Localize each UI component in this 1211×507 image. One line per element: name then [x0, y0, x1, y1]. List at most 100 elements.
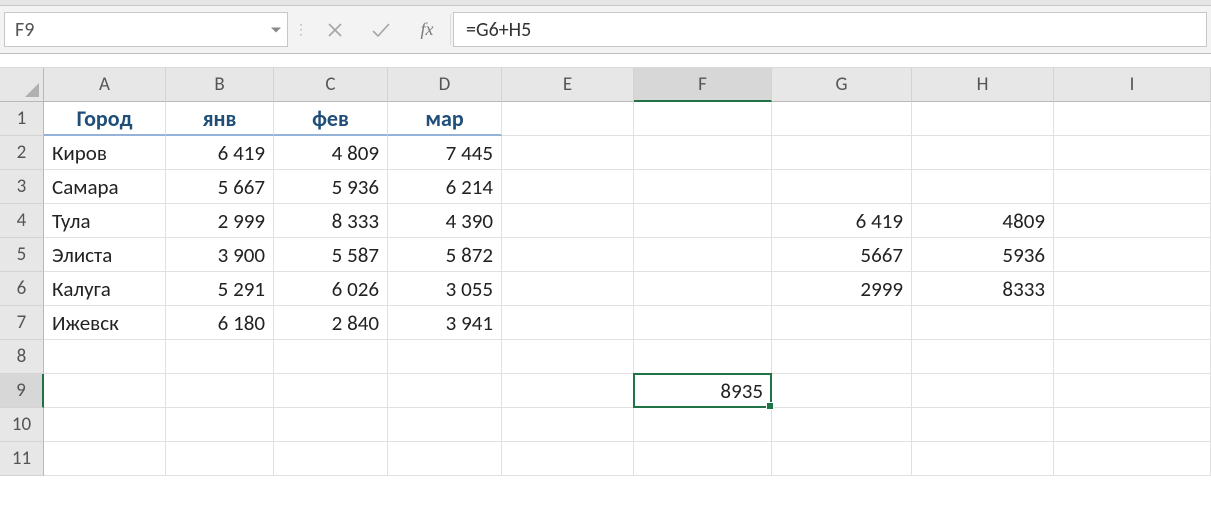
- cell-B5[interactable]: 3 900: [166, 238, 274, 272]
- cell-E9[interactable]: [502, 374, 634, 408]
- cell-B6[interactable]: 5 291: [166, 272, 274, 306]
- cell-C6[interactable]: 6 026: [274, 272, 388, 306]
- cell-G1[interactable]: [772, 102, 912, 136]
- cell-H2[interactable]: [912, 136, 1054, 170]
- cell-F7[interactable]: [634, 306, 772, 340]
- enter-icon[interactable]: [358, 6, 404, 53]
- cell-B1[interactable]: янв: [166, 102, 274, 136]
- cell-A5[interactable]: Элиста: [44, 238, 166, 272]
- row-header-8[interactable]: 8: [0, 340, 44, 374]
- column-header-F[interactable]: F: [634, 68, 772, 102]
- cell-F4[interactable]: [634, 204, 772, 238]
- cell-I8[interactable]: [1054, 340, 1211, 374]
- column-header-H[interactable]: H: [912, 68, 1054, 102]
- cell-C4[interactable]: 8 333: [274, 204, 388, 238]
- cell-A6[interactable]: Калуга: [44, 272, 166, 306]
- cell-B9[interactable]: [166, 374, 274, 408]
- cell-D9[interactable]: [388, 374, 502, 408]
- cell-C7[interactable]: 2 840: [274, 306, 388, 340]
- cell-E5[interactable]: [502, 238, 634, 272]
- cell-E1[interactable]: [502, 102, 634, 136]
- cell-I11[interactable]: [1054, 442, 1211, 476]
- cell-I2[interactable]: [1054, 136, 1211, 170]
- column-header-E[interactable]: E: [502, 68, 634, 102]
- cell-H5[interactable]: 5936: [912, 238, 1054, 272]
- cell-D6[interactable]: 3 055: [388, 272, 502, 306]
- cell-F6[interactable]: [634, 272, 772, 306]
- cell-G9[interactable]: [772, 374, 912, 408]
- cell-C9[interactable]: [274, 374, 388, 408]
- cell-A4[interactable]: Тула: [44, 204, 166, 238]
- formula-input[interactable]: =G6+H5: [453, 12, 1207, 47]
- cell-A11[interactable]: [44, 442, 166, 476]
- cell-B4[interactable]: 2 999: [166, 204, 274, 238]
- cell-D7[interactable]: 3 941: [388, 306, 502, 340]
- cell-H8[interactable]: [912, 340, 1054, 374]
- cell-I3[interactable]: [1054, 170, 1211, 204]
- cell-A3[interactable]: Самара: [44, 170, 166, 204]
- cell-E2[interactable]: [502, 136, 634, 170]
- row-header-1[interactable]: 1: [0, 102, 44, 136]
- select-all-corner[interactable]: [0, 68, 44, 102]
- cell-F8[interactable]: [634, 340, 772, 374]
- cell-D8[interactable]: [388, 340, 502, 374]
- column-header-G[interactable]: G: [772, 68, 912, 102]
- column-header-B[interactable]: B: [166, 68, 274, 102]
- cell-C2[interactable]: 4 809: [274, 136, 388, 170]
- cell-D4[interactable]: 4 390: [388, 204, 502, 238]
- cell-I6[interactable]: [1054, 272, 1211, 306]
- row-header-2[interactable]: 2: [0, 136, 44, 170]
- cell-E8[interactable]: [502, 340, 634, 374]
- cell-D1[interactable]: мар: [388, 102, 502, 136]
- cell-H6[interactable]: 8333: [912, 272, 1054, 306]
- cell-F2[interactable]: [634, 136, 772, 170]
- cell-E3[interactable]: [502, 170, 634, 204]
- row-header-11[interactable]: 11: [0, 442, 44, 476]
- cell-G6[interactable]: 2999: [772, 272, 912, 306]
- cell-I5[interactable]: [1054, 238, 1211, 272]
- cell-A1[interactable]: Город: [44, 102, 166, 136]
- cell-F9[interactable]: 8935: [634, 374, 772, 408]
- cell-F10[interactable]: [634, 408, 772, 442]
- cell-C11[interactable]: [274, 442, 388, 476]
- cell-H11[interactable]: [912, 442, 1054, 476]
- cell-D11[interactable]: [388, 442, 502, 476]
- row-header-4[interactable]: 4: [0, 204, 44, 238]
- cell-B2[interactable]: 6 419: [166, 136, 274, 170]
- cell-C8[interactable]: [274, 340, 388, 374]
- cell-B10[interactable]: [166, 408, 274, 442]
- cell-C3[interactable]: 5 936: [274, 170, 388, 204]
- cell-G4[interactable]: 6 419: [772, 204, 912, 238]
- spreadsheet-grid[interactable]: ABCDEFGHI1Городянвфевмар2Киров6 4194 809…: [0, 68, 1211, 476]
- cell-A8[interactable]: [44, 340, 166, 374]
- insert-function-icon[interactable]: fx: [404, 6, 450, 53]
- name-box[interactable]: F9: [4, 12, 288, 47]
- cell-B8[interactable]: [166, 340, 274, 374]
- row-header-10[interactable]: 10: [0, 408, 44, 442]
- cell-H7[interactable]: [912, 306, 1054, 340]
- column-header-A[interactable]: A: [44, 68, 166, 102]
- row-header-6[interactable]: 6: [0, 272, 44, 306]
- cell-G11[interactable]: [772, 442, 912, 476]
- cell-E7[interactable]: [502, 306, 634, 340]
- cell-I9[interactable]: [1054, 374, 1211, 408]
- cell-G7[interactable]: [772, 306, 912, 340]
- cell-G3[interactable]: [772, 170, 912, 204]
- column-header-D[interactable]: D: [388, 68, 502, 102]
- cell-F3[interactable]: [634, 170, 772, 204]
- column-header-I[interactable]: I: [1054, 68, 1211, 102]
- cell-E6[interactable]: [502, 272, 634, 306]
- row-header-9[interactable]: 9: [0, 374, 44, 408]
- cell-C10[interactable]: [274, 408, 388, 442]
- cancel-icon[interactable]: [312, 6, 358, 53]
- cell-G5[interactable]: 5667: [772, 238, 912, 272]
- cell-A9[interactable]: [44, 374, 166, 408]
- cell-D10[interactable]: [388, 408, 502, 442]
- cell-B3[interactable]: 5 667: [166, 170, 274, 204]
- cell-D5[interactable]: 5 872: [388, 238, 502, 272]
- cell-A7[interactable]: Ижевск: [44, 306, 166, 340]
- cell-D2[interactable]: 7 445: [388, 136, 502, 170]
- cell-A2[interactable]: Киров: [44, 136, 166, 170]
- cell-G2[interactable]: [772, 136, 912, 170]
- cell-C5[interactable]: 5 587: [274, 238, 388, 272]
